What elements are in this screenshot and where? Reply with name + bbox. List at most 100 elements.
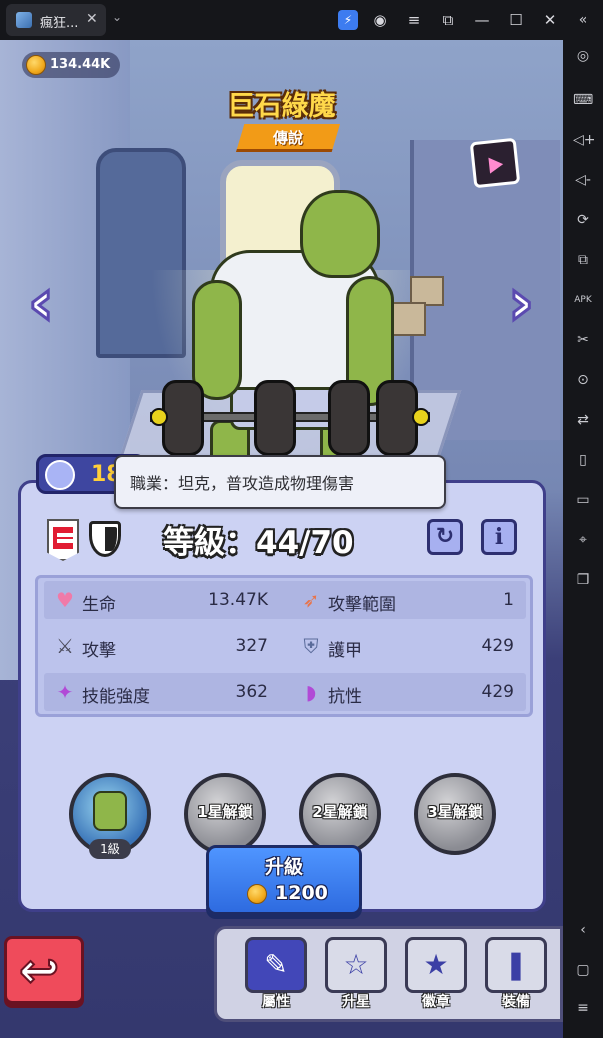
tank-class-icon[interactable] [89, 521, 121, 557]
equipment-icon: ❚ [485, 937, 547, 993]
tab-title: 瘋狂... [40, 16, 79, 31]
clapperboard-video-icon[interactable] [469, 137, 521, 189]
shake-icon[interactable]: ▯ [573, 450, 593, 470]
hero-head [300, 190, 380, 278]
hero-character [150, 190, 430, 480]
fist-icon [45, 460, 75, 490]
badge-icon: ★ [405, 937, 467, 993]
heart-icon: ♥ [56, 588, 74, 612]
resist-wave-icon: ◗ [305, 680, 317, 704]
emulator-titlebar: 瘋狂... ✕ ⌄ ⚡ ◉ ≡ ⧉ — ☐ ✕ [0, 0, 563, 40]
skill-level-badge: 1級 [89, 839, 131, 859]
tab-label: 徽章 [422, 994, 450, 1010]
tooltip-text: 職業：坦克，普攻造成物理傷害 [130, 474, 355, 493]
stat-value: 429 [481, 682, 514, 702]
tab-badge[interactable]: ★ 徽章 [401, 937, 471, 1011]
upgrade-cost: 1200 [275, 882, 328, 904]
refresh-icon: ↻ [435, 524, 455, 549]
skill-slot[interactable]: 1星解鎖 [184, 773, 266, 855]
stat-value: 429 [481, 636, 514, 656]
skill-slot[interactable]: 2星解鎖 [299, 773, 381, 855]
multi-instance-icon[interactable]: ⧉ [573, 250, 593, 270]
skill-unlock-label: 2星解鎖 [312, 803, 368, 821]
rotate-icon[interactable]: ⟳ [573, 210, 593, 230]
home-icon[interactable]: ▢ [573, 960, 593, 980]
stat-label: 攻擊 [82, 641, 116, 661]
class-flag-icon[interactable] [47, 519, 79, 561]
range-arrow-icon: ➶ [302, 588, 320, 612]
sword-icon: ⚔ [56, 634, 74, 658]
back-button[interactable]: ↩ [4, 936, 84, 1004]
info-button[interactable]: i [481, 519, 517, 555]
stat-label: 技能強度 [82, 687, 150, 707]
gold-coin-icon [26, 55, 46, 75]
app-tab[interactable]: 瘋狂... ✕ [6, 4, 106, 36]
close-icon[interactable]: ✕ [540, 10, 560, 30]
menu-icon[interactable]: ≡ [404, 10, 424, 30]
stat-sword: ⚔ 攻擊 327 [48, 627, 274, 665]
hero-arm [192, 280, 242, 400]
barbell-plate [162, 380, 204, 456]
volume-down-icon[interactable]: ◁- [573, 170, 593, 190]
level-row: 等級：44/70 ↻ i [33, 515, 533, 563]
account-icon[interactable]: ◉ [370, 10, 390, 30]
keyboard-icon[interactable]: ⌨ [573, 90, 593, 110]
tab-label: 裝備 [502, 994, 530, 1010]
sync-icon[interactable]: ⇄ [573, 410, 593, 430]
tab-star-up[interactable]: ☆ 升星 [321, 937, 391, 1011]
stat-resist-wave: ◗ 抗性 429 [294, 673, 520, 711]
record-icon[interactable]: ⊙ [573, 370, 593, 390]
hero-info-panel: 等級：44/70 ↻ i ♥ 生命 13.47K ➶ 攻擊範圍 1 ⚔ 攻擊 327 ⛨ 護甲 429… [18, 480, 546, 915]
stat-heart: ♥ 生命 13.47K [48, 581, 274, 619]
shield-icon: ⛨ [303, 634, 319, 658]
skill-slot[interactable]: 1級 [69, 773, 151, 859]
back-icon[interactable]: ‹ [573, 920, 593, 940]
volume-up-icon[interactable]: ◁+ [573, 130, 596, 150]
tab-attributes[interactable]: ✎ 屬性 [241, 937, 311, 1011]
stat-label: 生命 [82, 595, 116, 615]
tab-label: 屬性 [262, 994, 290, 1010]
barbell-cap [150, 408, 168, 426]
skill-unlock-label: 3星解鎖 [427, 803, 483, 821]
barbell-plate [328, 380, 370, 456]
gold-coin-icon [247, 884, 267, 904]
game-viewport: 134.44K 巨石綠魔 傳說 ‹ › 等級：44/70 ↻ i ♥ 生命 13… [0, 40, 563, 1038]
stats-box: ♥ 生命 13.47K ➶ 攻擊範圍 1 ⚔ 攻擊 327 ⛨ 護甲 429 ✦ 技能強度 362 ◗ 抗性 42… [35, 575, 533, 717]
tab-equipment[interactable]: ❚ 裝備 [481, 937, 551, 1011]
rarity-label: 傳說 [272, 129, 303, 147]
bolt-icon[interactable]: ⚡ [338, 10, 358, 30]
stat-label: 抗性 [328, 687, 362, 707]
rarity-badge: 傳說 [236, 124, 340, 152]
tab-dropdown-icon[interactable]: ⌄ [112, 10, 122, 24]
play-icon [488, 156, 505, 174]
class-tooltip: 職業：坦克，普攻造成物理傷害 [114, 455, 446, 509]
folder-icon[interactable]: ▭ [573, 490, 593, 510]
app-icon [16, 12, 32, 28]
next-hero-arrow-icon[interactable]: › [504, 267, 538, 342]
emulator-sidebar: « ◎ ⌨ ◁+ ◁- ⟳ ⧉ APK ✂ ⊙ ⇄ ▯ ▭ ⌖ ❐ ‹ ▢ ≡ [563, 0, 603, 1038]
minimize-icon[interactable]: — [472, 10, 492, 30]
apk-icon[interactable]: APK [573, 290, 593, 310]
attributes-icon: ✎ [245, 937, 307, 993]
back-arrow-icon: ↩ [18, 942, 60, 1000]
info-icon: i [494, 524, 504, 550]
hero-name: 巨石綠魔 [227, 91, 336, 122]
skill-slot[interactable]: 3星解鎖 [414, 773, 496, 855]
location-icon[interactable]: ⌖ [573, 530, 593, 550]
tab-close-icon[interactable]: ✕ [86, 11, 98, 27]
upgrade-button[interactable]: 升級 1200 [206, 845, 362, 915]
stat-value: 327 [235, 636, 268, 656]
previous-hero-arrow-icon[interactable]: ‹ [24, 267, 58, 342]
screenshot-icon[interactable]: ⧉ [438, 10, 458, 30]
star-up-icon: ☆ [325, 937, 387, 993]
collapse-icon[interactable]: « [573, 10, 593, 30]
maximize-icon[interactable]: ☐ [506, 10, 526, 30]
barbell-cap [412, 408, 430, 426]
gold-amount: 134.44K [50, 57, 111, 72]
settings-icon[interactable]: ◎ [573, 46, 593, 66]
cut-icon[interactable]: ✂ [573, 330, 593, 350]
copy-icon[interactable]: ❐ [573, 570, 593, 590]
refresh-button[interactable]: ↻ [427, 519, 463, 555]
gold-counter: 134.44K [22, 52, 121, 78]
recents-icon[interactable]: ≡ [573, 998, 593, 1018]
